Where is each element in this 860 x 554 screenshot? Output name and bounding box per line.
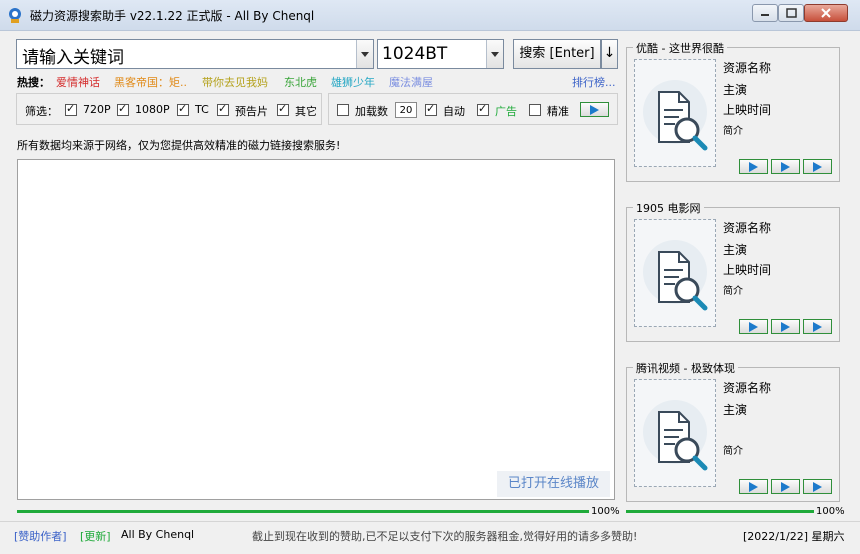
auto-label: 自动 bbox=[443, 105, 465, 118]
panel-title: 优酷 - 这世界很酷 bbox=[633, 40, 727, 56]
load-count-label: 加载数 bbox=[355, 105, 388, 118]
minimize-icon bbox=[761, 14, 769, 16]
close-button[interactable] bbox=[804, 4, 848, 22]
sort-button[interactable]: ↓ bbox=[601, 39, 618, 69]
resource-actor: 主演 bbox=[723, 403, 748, 417]
resource-intro: 简介 bbox=[723, 446, 743, 457]
auto-checkbox[interactable] bbox=[425, 102, 437, 116]
maximize-button[interactable] bbox=[778, 4, 804, 22]
filter-option-label: TC bbox=[195, 103, 209, 116]
resource-date: 上映时间 bbox=[723, 103, 772, 117]
exact-checkbox[interactable] bbox=[529, 104, 541, 116]
resource-intro: 简介 bbox=[723, 126, 743, 137]
main-progress-track bbox=[17, 510, 589, 513]
side-progress-track bbox=[626, 510, 814, 513]
filter-checkbox-other[interactable] bbox=[277, 102, 289, 116]
sponsor-link[interactable]: [赞助作者] bbox=[14, 528, 67, 544]
resource-date: 上映时间 bbox=[723, 263, 772, 277]
side-progress-fill bbox=[626, 510, 814, 513]
filter-option-label: 其它 bbox=[295, 105, 317, 118]
ad-label: 广告 bbox=[495, 105, 517, 118]
online-play-button[interactable]: 已打开在线播放 bbox=[497, 471, 610, 497]
maximize-icon bbox=[786, 8, 797, 18]
play-button[interactable] bbox=[739, 479, 768, 494]
play-button[interactable] bbox=[803, 479, 832, 494]
poster-placeholder bbox=[634, 379, 716, 487]
play-button[interactable] bbox=[771, 319, 800, 334]
author-text: All By Chenql bbox=[121, 528, 195, 541]
filter-checkbox-720p[interactable] bbox=[65, 102, 77, 116]
hot-item[interactable]: 带你去见我妈 bbox=[202, 74, 268, 90]
play-button[interactable] bbox=[803, 319, 832, 334]
resource-name: 资源名称 bbox=[723, 221, 772, 235]
document-search-icon bbox=[643, 240, 708, 311]
document-search-icon bbox=[643, 400, 708, 471]
minimize-button[interactable] bbox=[752, 4, 778, 22]
play-button[interactable] bbox=[739, 319, 768, 334]
options-group: 加载数 20 自动 广告 精准 bbox=[328, 93, 618, 125]
filter-option-label: 预告片 bbox=[235, 105, 268, 118]
source-selected-value: 1024BT bbox=[382, 44, 448, 64]
filter-label: 筛选： bbox=[25, 105, 58, 118]
source-dropdown-arrow[interactable] bbox=[486, 40, 503, 68]
load-count-checkbox[interactable] bbox=[337, 104, 349, 116]
hot-item[interactable]: 黑客帝国：矩.. bbox=[114, 74, 187, 90]
panel-title: 腾讯视频 - 极致体现 bbox=[633, 360, 738, 376]
poster-placeholder bbox=[634, 219, 716, 327]
resource-intro: 简介 bbox=[723, 286, 743, 297]
filter-checkbox-1080p[interactable] bbox=[117, 102, 129, 116]
play-button[interactable] bbox=[771, 479, 800, 494]
filter-option-label: 720P bbox=[83, 103, 111, 116]
keyword-combobox[interactable] bbox=[16, 39, 374, 69]
resource-actor: 主演 bbox=[723, 243, 748, 257]
play-button[interactable] bbox=[803, 159, 832, 174]
hot-item[interactable]: 爱情神话 bbox=[56, 74, 100, 90]
filter-checkbox-trailer[interactable] bbox=[217, 102, 229, 116]
exact-label: 精准 bbox=[547, 105, 569, 118]
app-magnet-icon bbox=[9, 8, 21, 23]
poster-placeholder bbox=[634, 59, 716, 167]
play-button[interactable] bbox=[771, 159, 800, 174]
window-title: 磁力资源搜索助手 v22.1.22 正式版 - All By Chenql bbox=[30, 9, 315, 23]
status-message: 截止到现在收到的赞助,已不足以支付下次的服务器租金,觉得好用的请多多赞助! bbox=[252, 530, 638, 543]
load-count-input[interactable]: 20 bbox=[395, 102, 417, 118]
document-search-icon bbox=[643, 80, 708, 151]
update-link[interactable]: [更新] bbox=[80, 528, 111, 544]
results-list[interactable] bbox=[17, 159, 615, 500]
play-button[interactable] bbox=[739, 159, 768, 174]
panel-title: 1905 电影网 bbox=[633, 200, 704, 216]
keyword-dropdown-arrow[interactable] bbox=[356, 40, 373, 68]
play-button[interactable] bbox=[580, 102, 609, 117]
hot-item[interactable]: 东北虎 bbox=[284, 74, 317, 90]
keyword-input[interactable] bbox=[20, 43, 354, 67]
main-progress-text: 100% bbox=[591, 506, 620, 517]
panel-tencent: 腾讯视频 - 极致体现 资源名称 主演 简介 bbox=[626, 360, 840, 502]
resource-actor: 主演 bbox=[723, 83, 748, 97]
filter-checkbox-tc[interactable] bbox=[177, 102, 189, 116]
main-progress-fill bbox=[17, 510, 589, 513]
filter-group: 筛选： 720P 1080P TC 预告片 其它 bbox=[16, 93, 322, 125]
hot-item[interactable]: 雄狮少年 bbox=[331, 74, 375, 90]
ranking-link[interactable]: 排行榜... bbox=[572, 74, 616, 90]
resource-name: 资源名称 bbox=[723, 381, 772, 395]
side-progress-text: 100% bbox=[816, 506, 845, 517]
close-icon bbox=[821, 8, 831, 18]
resource-name: 资源名称 bbox=[723, 61, 772, 75]
status-date: [2022/1/22] 星期六 bbox=[743, 530, 845, 543]
source-select[interactable]: 1024BT bbox=[377, 39, 504, 69]
ad-checkbox[interactable] bbox=[477, 102, 489, 116]
filter-option-label: 1080P bbox=[135, 103, 170, 116]
hot-search-label: 热搜： bbox=[17, 76, 50, 89]
hot-item[interactable]: 魔法满屋 bbox=[389, 74, 433, 90]
search-button[interactable]: 搜索 [Enter] bbox=[513, 39, 601, 69]
info-text: 所有数据均来源于网络，仅为您提供高效精准的磁力链接搜索服务! bbox=[17, 139, 341, 152]
panel-youku: 优酷 - 这世界很酷 资源名称 主演 上映时间 简介 bbox=[626, 40, 840, 182]
panel-1905: 1905 电影网 资源名称 主演 上映时间 简介 bbox=[626, 200, 840, 342]
